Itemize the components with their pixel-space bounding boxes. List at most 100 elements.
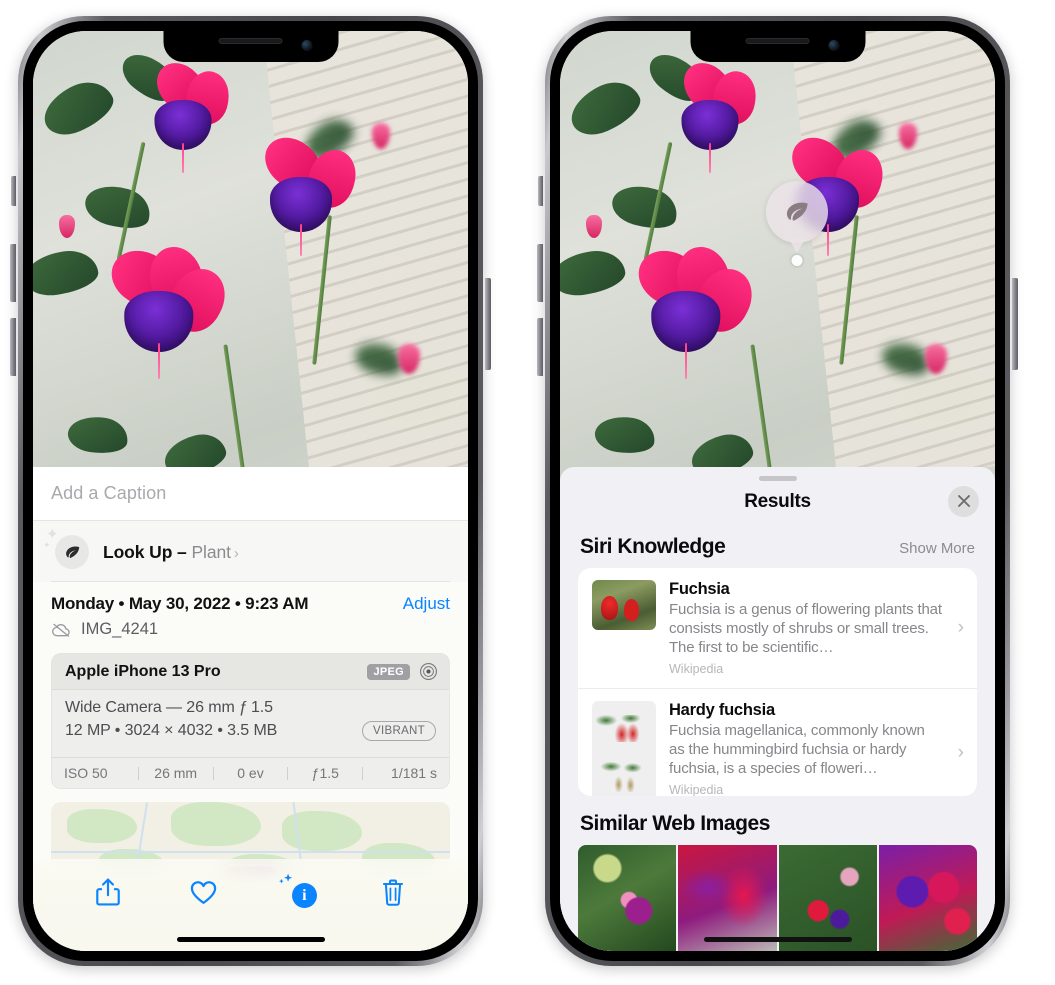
exif-stat-shutter: 1/181 s [391, 765, 437, 781]
home-indicator[interactable] [703, 937, 852, 942]
fuchsia-flower [664, 53, 760, 173]
adjust-button[interactable]: Adjust [403, 594, 450, 614]
home-indicator[interactable] [176, 937, 325, 942]
side-power-button[interactable] [485, 278, 491, 370]
similar-web-images-title: Similar Web Images [580, 811, 770, 835]
delete-button[interactable] [373, 873, 413, 911]
look-up-sub-text: Plant [191, 541, 231, 562]
filename: IMG_4241 [81, 620, 159, 638]
knowledge-card-source: Wikipedia [669, 661, 724, 676]
leaf-icon [786, 202, 808, 221]
visual-lookup-circle [766, 181, 828, 243]
front-camera-icon [301, 40, 312, 51]
volume-up-button[interactable] [10, 244, 16, 302]
web-image-thumbnail[interactable] [578, 844, 677, 951]
icloud-slash-icon [52, 623, 70, 637]
favorite-button[interactable] [183, 873, 223, 911]
lookup-badge: ✦ ✦ [43, 527, 89, 569]
web-image-thumbnail[interactable] [778, 844, 877, 951]
sparkle-icon: ✦ [46, 526, 59, 543]
siri-knowledge-title: Siri Knowledge [580, 534, 726, 558]
look-up-row[interactable]: ✦ ✦ Look Up – Plant › [33, 521, 468, 582]
share-button[interactable] [88, 873, 128, 911]
knowledge-card-thumbnail [592, 700, 656, 796]
look-up-label: Look Up – Plant › [103, 542, 239, 563]
mute-switch[interactable] [11, 176, 16, 206]
volume-down-button[interactable] [10, 318, 16, 376]
iphone-left-device: Add a Caption ✦ ✦ Look Up – Plant › Mond… [10, 16, 491, 966]
photo-info-sheet: Add a Caption ✦ ✦ Look Up – Plant › Mond… [33, 467, 468, 951]
results-header: Results [560, 481, 995, 523]
share-icon [96, 878, 121, 906]
side-power-button[interactable] [1012, 278, 1018, 370]
front-camera-icon [828, 40, 839, 51]
visual-lookup-badge[interactable] [766, 181, 828, 266]
knowledge-card-title: Hardy fuchsia [669, 700, 775, 719]
fuchsia-flower [628, 240, 762, 379]
earpiece-speaker [218, 38, 283, 44]
web-image-thumbnail[interactable] [878, 844, 977, 951]
heart-icon [190, 880, 216, 904]
leaf-icon [65, 546, 79, 558]
notch-left [163, 31, 338, 62]
info-badge: i [291, 883, 317, 908]
photo-metadata: Monday • May 30, 2022 • 9:23 AM Adjust I… [33, 582, 468, 647]
exif-header: Apple iPhone 13 Pro JPEG [52, 654, 449, 690]
sparkle-icon [278, 873, 293, 884]
results-title: Results [744, 490, 811, 512]
volume-up-button[interactable] [537, 244, 543, 302]
fuchsia-flower [251, 127, 363, 257]
knowledge-card-description: Fuchsia is a genus of flowering plants t… [669, 600, 942, 656]
device-bezel-left: Add a Caption ✦ ✦ Look Up – Plant › Mond… [23, 21, 478, 961]
web-image-thumbnail[interactable] [678, 844, 777, 951]
exif-stat-focal: 26 mm [154, 765, 198, 781]
iphone-right-device: Results Siri Knowledge Show More Fuchsia… [537, 16, 1018, 966]
siri-knowledge-card-list: Fuchsia Fuchsia is a genus of flowering … [578, 567, 977, 796]
similar-web-images-strip [560, 844, 995, 951]
chevron-right-icon: › [233, 544, 239, 562]
sparkle-small-icon: ✦ [43, 540, 51, 550]
earpiece-speaker [745, 38, 810, 44]
caption-placeholder: Add a Caption [51, 483, 167, 503]
knowledge-card[interactable]: Fuchsia Fuchsia is a genus of flowering … [578, 568, 977, 688]
knowledge-card-description: Fuchsia magellanica, commonly known as t… [669, 721, 925, 777]
photo-date: Monday • May 30, 2022 • 9:23 AM [51, 594, 309, 613]
screen-left: Add a Caption ✦ ✦ Look Up – Plant › Mond… [33, 31, 468, 951]
badge-anchor-dot [791, 255, 803, 266]
exif-stats-row: ISO 50 26 mm 0 ev ƒ1.5 1/181 s [52, 757, 449, 788]
knowledge-card-title: Fuchsia [669, 579, 730, 598]
knowledge-card-source: Wikipedia [669, 783, 724, 796]
trash-icon [382, 879, 403, 906]
exif-stat-iso: ISO 50 [64, 765, 108, 781]
mute-switch[interactable] [538, 176, 543, 206]
device-bezel-right: Results Siri Knowledge Show More Fuchsia… [550, 21, 1005, 961]
knowledge-card-thumbnail [592, 579, 656, 630]
notch-right [690, 31, 865, 62]
look-up-main-text: Look Up – [103, 541, 192, 562]
visual-lookup-results-sheet: Results Siri Knowledge Show More Fuchsia… [560, 467, 995, 951]
close-icon [957, 495, 970, 508]
volume-down-button[interactable] [537, 318, 543, 376]
siri-knowledge-header: Siri Knowledge Show More [560, 523, 995, 568]
format-badge: JPEG [367, 663, 410, 680]
exif-card[interactable]: Apple iPhone 13 Pro JPEG Wide Camera — 2… [51, 653, 450, 789]
close-button[interactable] [948, 485, 979, 517]
fuchsia-flower [101, 240, 235, 379]
caption-input-row[interactable]: Add a Caption [33, 467, 468, 521]
show-more-button[interactable]: Show More [899, 540, 975, 557]
badge-tail [789, 239, 805, 253]
info-button[interactable]: i [278, 873, 318, 911]
knowledge-card[interactable]: Hardy fuchsia Fuchsia magellanica, commo… [578, 687, 977, 796]
screen-right: Results Siri Knowledge Show More Fuchsia… [560, 31, 995, 951]
exif-body: Wide Camera — 26 mm ƒ 1.5 12 MP • 3024 ×… [52, 690, 449, 749]
lens-info: Wide Camera — 26 mm ƒ 1.5 [65, 699, 273, 716]
exif-stat-aperture: ƒ1.5 [311, 765, 339, 781]
divider [51, 581, 450, 582]
resolution-info: 12 MP • 3024 × 4032 • 3.5 MB [65, 722, 278, 739]
fuchsia-flower [137, 53, 233, 173]
chevron-right-icon: › [957, 741, 964, 763]
camera-device-name: Apple iPhone 13 Pro [65, 662, 221, 680]
photographic-style-badge: VIBRANT [362, 721, 436, 741]
exif-stat-exposure: 0 ev [237, 765, 264, 781]
chevron-right-icon: › [957, 616, 964, 638]
